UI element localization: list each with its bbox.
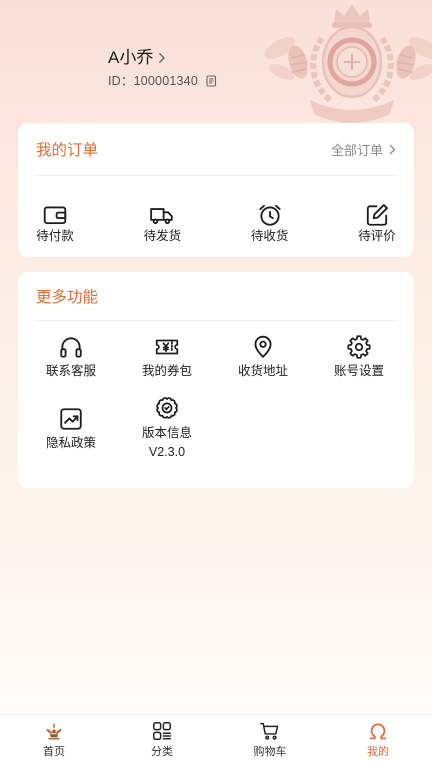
feature-coupons[interactable]: 我的券包 <box>119 321 215 391</box>
order-status-row: 待付款 待发货 待收货 待评价 <box>18 176 414 244</box>
order-item-label: 待评价 <box>358 229 396 243</box>
order-item-label: 待发货 <box>143 229 182 243</box>
tab-category[interactable]: 分类 <box>108 715 216 768</box>
user-id: ID：100001340 <box>108 74 198 88</box>
tab-cart[interactable]: 购物车 <box>216 715 324 768</box>
feature-label: 我的券包 <box>141 363 192 378</box>
all-orders-link[interactable]: 全部订单 <box>331 140 396 159</box>
user-name-row[interactable]: A小乔 <box>108 46 217 70</box>
feature-label: 联系客服 <box>45 363 96 378</box>
chevron-right-icon <box>389 144 396 155</box>
tab-label: 分类 <box>151 746 173 758</box>
orders-card: 我的订单 全部订单 待付款 待发货 待收货 待评价 <box>18 123 414 257</box>
features-card: 更多功能 联系客服 我的券包 收货地址 账号设置 隐私政策 版本信息 V2.3.… <box>18 272 414 488</box>
copy-icon[interactable] <box>206 75 217 87</box>
feature-version-info[interactable]: 版本信息 V2.3.0 <box>119 391 215 465</box>
feature-account-settings[interactable]: 账号设置 <box>311 321 407 391</box>
order-item-label: 待付款 <box>36 229 74 243</box>
orders-title: 我的订单 <box>36 142 99 159</box>
trend-chart-icon <box>58 406 84 432</box>
brand-emblem-watermark <box>264 4 432 123</box>
tab-home[interactable]: 首页 <box>0 715 108 768</box>
features-title: 更多功能 <box>36 289 99 306</box>
truck-icon <box>149 202 175 228</box>
order-item-pending-review[interactable]: 待评价 <box>358 202 396 244</box>
tab-label: 购物车 <box>253 746 287 758</box>
category-grid-icon <box>151 720 173 742</box>
tab-profile[interactable]: 我的 <box>324 715 432 768</box>
profile-header: A小乔 ID：100001340 <box>108 46 217 89</box>
feature-label: 版本信息 <box>141 426 192 440</box>
feature-label: 收货地址 <box>237 363 288 378</box>
location-pin-icon <box>250 334 276 360</box>
user-name: A小乔 <box>108 48 154 67</box>
app-version: V2.3.0 <box>148 445 186 459</box>
features-header: 更多功能 <box>18 272 414 320</box>
headphones-icon <box>58 334 84 360</box>
gear-icon <box>346 334 372 360</box>
order-item-pending-payment[interactable]: 待付款 <box>36 202 74 244</box>
bottom-tab-bar: 首页 分类 购物车 我的 <box>0 714 432 768</box>
feature-label: 账号设置 <box>333 363 384 378</box>
all-orders-label: 全部订单 <box>330 142 383 158</box>
feature-shipping-address[interactable]: 收货地址 <box>215 321 311 391</box>
home-logo-icon <box>43 720 65 742</box>
badge-icon <box>154 396 180 422</box>
my-profile-page: A小乔 ID：100001340 我的订单 全部订单 待付款 待发货 待收货 待… <box>0 0 432 768</box>
orders-header: 我的订单 全部订单 <box>18 123 414 175</box>
profile-omega-icon <box>367 720 389 742</box>
order-item-pending-shipment[interactable]: 待发货 <box>143 202 181 244</box>
tab-label: 首页 <box>43 746 65 758</box>
alarm-clock-icon <box>257 202 283 228</box>
feature-privacy-policy[interactable]: 隐私政策 <box>23 391 119 465</box>
feature-label: 隐私政策 <box>45 435 96 450</box>
edit-icon <box>364 202 390 228</box>
wallet-icon <box>42 202 68 228</box>
cart-icon <box>259 720 281 742</box>
order-item-label: 待收货 <box>250 229 289 243</box>
features-grid: 联系客服 我的券包 收货地址 账号设置 隐私政策 版本信息 V2.3.0 <box>18 321 414 465</box>
feature-customer-service[interactable]: 联系客服 <box>23 321 119 391</box>
tab-label: 我的 <box>367 746 389 758</box>
chevron-right-icon <box>158 52 166 64</box>
order-item-pending-receipt[interactable]: 待收货 <box>251 202 289 244</box>
user-id-row: ID：100001340 <box>108 73 217 89</box>
coupon-icon <box>154 334 180 360</box>
